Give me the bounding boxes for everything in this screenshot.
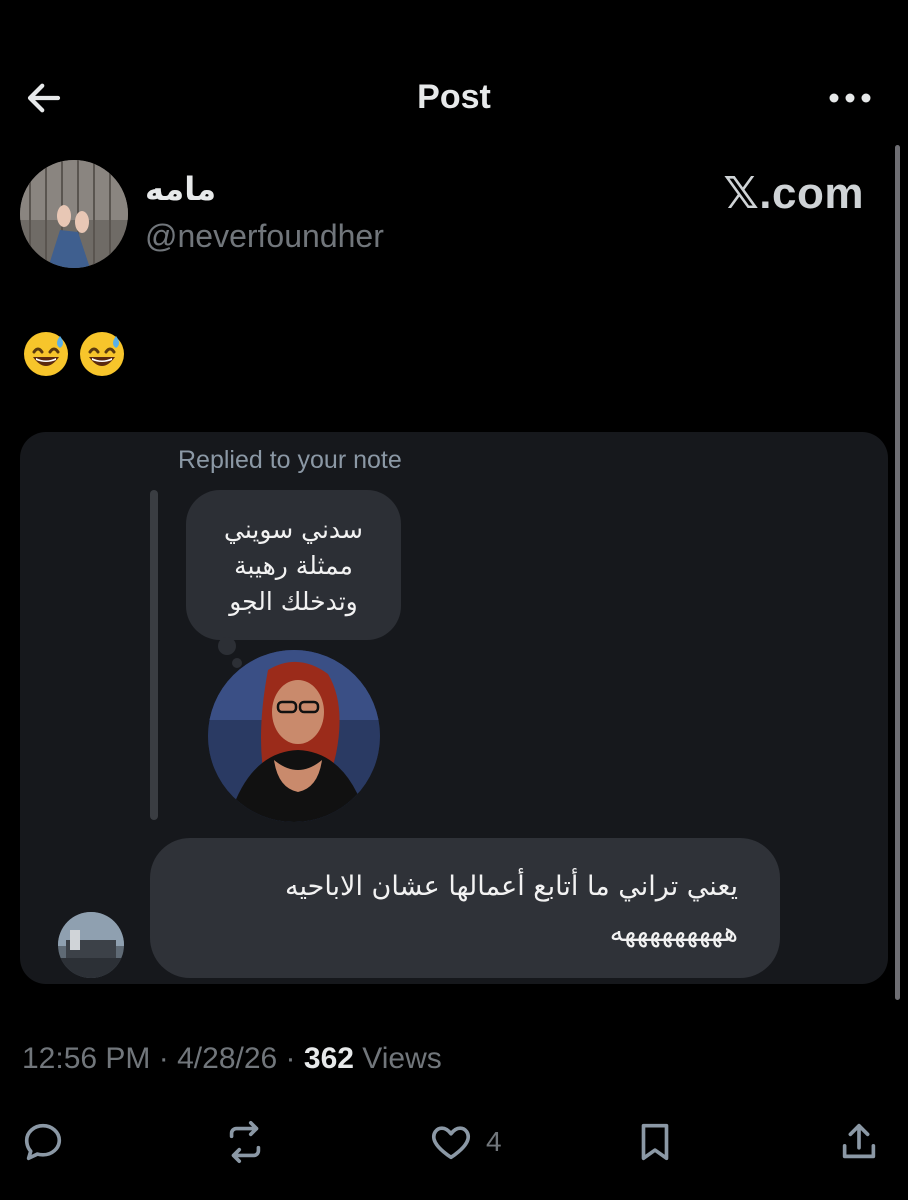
share-button[interactable] <box>836 1116 882 1168</box>
author-name[interactable]: مامه <box>145 170 216 208</box>
note-bubble: سدني سويني ممثلة رهيبة وتدخلك الجو <box>186 490 401 640</box>
like-button[interactable]: 4 <box>428 1116 502 1168</box>
reply-text: يعني تراني ما أتابع أعمالها عشان الاباحي… <box>285 871 738 948</box>
replier-avatar[interactable] <box>58 912 124 978</box>
scrollbar[interactable] <box>895 145 900 1000</box>
post-date: 4/28/26 <box>177 1042 278 1075</box>
views-label: Views <box>362 1042 442 1075</box>
top-bar: Post <box>0 60 908 132</box>
media-card[interactable]: Replied to your note سدني سويني ممثلة ره… <box>20 432 888 984</box>
thread-line <box>150 490 158 820</box>
post-meta: 12:56 PM · 4/28/26 · 362 Views <box>22 1042 442 1076</box>
more-options-button[interactable] <box>822 74 878 122</box>
meta-separator: · <box>158 1042 169 1075</box>
replied-label: Replied to your note <box>178 446 402 474</box>
like-count: 4 <box>486 1126 502 1157</box>
author-handle[interactable]: @neverfoundher <box>145 218 384 255</box>
sweat-smile-emoji-icon <box>24 332 68 376</box>
meta-separator: · <box>285 1042 296 1075</box>
note-avatar[interactable] <box>208 650 380 822</box>
reply-bubble: يعني تراني ما أتابع أعمالها عشان الاباحي… <box>150 838 780 978</box>
sweat-smile-emoji-icon <box>80 332 124 376</box>
arrow-left-icon <box>27 83 61 113</box>
author-photo <box>20 160 128 268</box>
share-icon <box>842 1123 876 1159</box>
post-text: 😅😅 <box>22 330 126 378</box>
bookmark-button[interactable] <box>632 1116 678 1168</box>
bubble-tail-small <box>232 658 242 668</box>
back-button[interactable] <box>20 74 68 122</box>
site-watermark: 𝕏.com <box>723 169 864 218</box>
note-text: سدني سويني ممثلة رهيبة وتدخلك الجو <box>223 515 363 616</box>
author-avatar[interactable] <box>20 160 128 268</box>
bookmark-icon <box>641 1123 669 1161</box>
more-horizontal-icon <box>829 93 871 103</box>
action-bar: 4 <box>0 1112 908 1172</box>
repost-button[interactable] <box>222 1116 268 1168</box>
replier-photo <box>58 912 124 978</box>
note-photo <box>208 650 380 822</box>
repost-icon <box>229 1121 261 1163</box>
comment-icon <box>24 1123 62 1161</box>
heart-icon <box>431 1126 471 1160</box>
bubble-tail <box>218 637 236 655</box>
page-title: Post <box>417 78 491 116</box>
views-count[interactable]: 362 <box>304 1042 354 1075</box>
post-time: 12:56 PM <box>22 1042 151 1075</box>
reply-button[interactable] <box>20 1116 66 1168</box>
